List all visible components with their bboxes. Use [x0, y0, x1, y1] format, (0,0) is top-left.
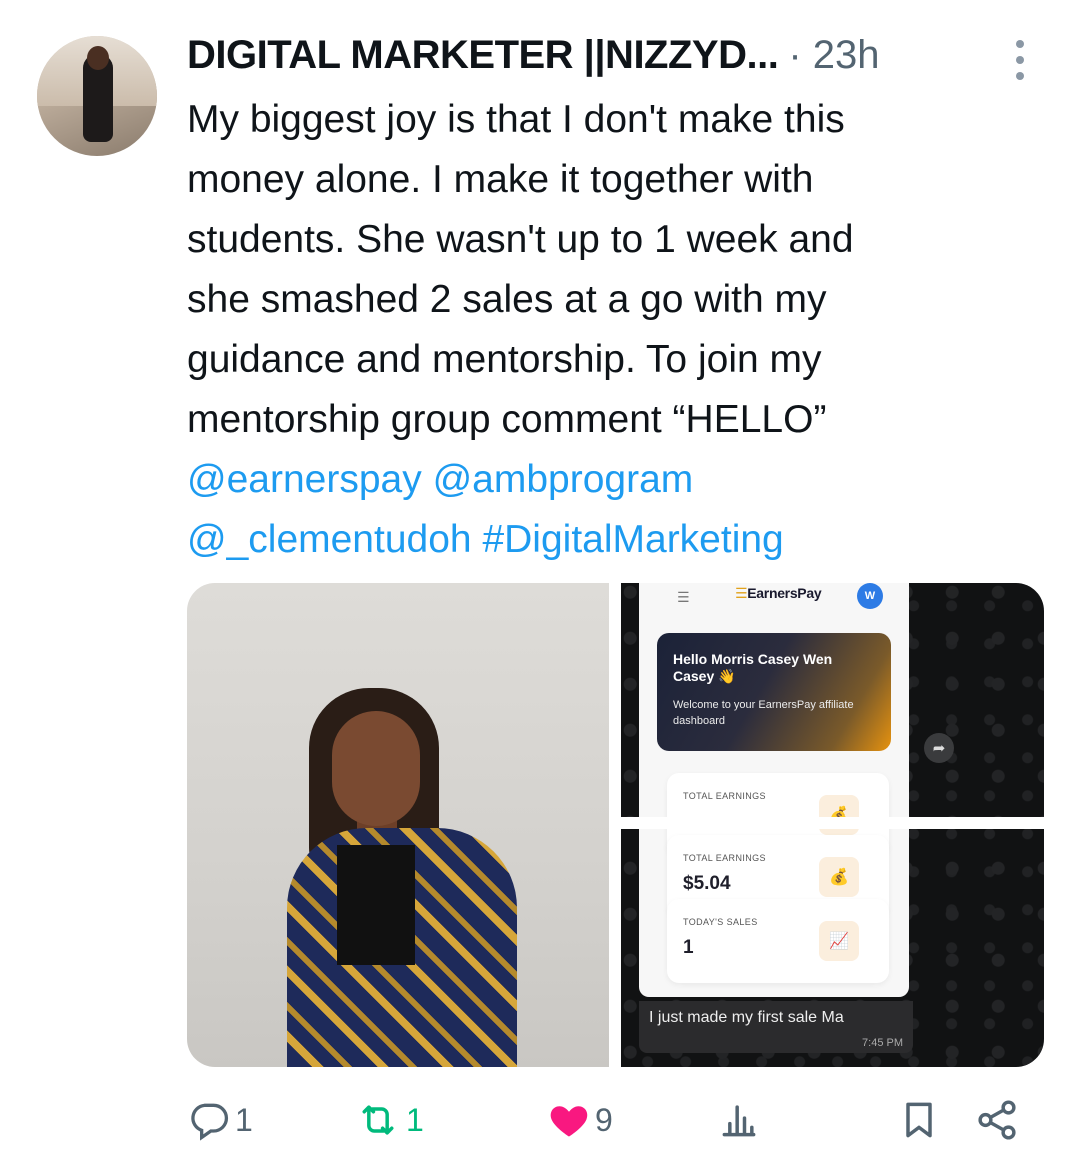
bookmark-icon: [906, 1102, 932, 1138]
chart-icon: 📈: [819, 921, 859, 961]
tweet-media: ☰ ☰EarnersPay W Hello Morris Casey Wen C…: [187, 583, 1044, 1067]
forward-icon: ➦: [924, 733, 954, 763]
chat-message-time: 7:45 PM: [862, 1037, 903, 1049]
author-avatar[interactable]: [37, 36, 157, 156]
tweet-line: My biggest joy is that I don't make this: [187, 98, 845, 141]
tweet-line: students. She wasn't up to 1 week and: [187, 218, 854, 261]
more-options-icon[interactable]: [1010, 40, 1030, 80]
brand-name: EarnersPay: [747, 585, 822, 601]
share-icon: [978, 1100, 1016, 1140]
retweet-icon: [362, 1105, 394, 1135]
tweet-header: DIGITAL MARKETER ||NIZZYD... · 23h: [187, 30, 987, 80]
money-bag-icon: 💰: [819, 795, 859, 835]
bookmark-button[interactable]: [897, 1096, 941, 1144]
retweet-count: 1: [406, 1101, 424, 1138]
more-dot: [1016, 56, 1024, 64]
retweet-button[interactable]: 1: [354, 1096, 424, 1144]
like-count: 9: [595, 1101, 613, 1138]
more-dot: [1016, 40, 1024, 48]
media-photo-dashboard[interactable]: ☰ ☰EarnersPay W Hello Morris Casey Wen C…: [621, 583, 1044, 1067]
money-bag-icon: 💰: [819, 857, 859, 897]
welcome-card: Hello Morris Casey Wen Casey 👋 Welcome t…: [657, 633, 891, 751]
mentions-line: @earnerspay @ambprogram: [187, 450, 1007, 510]
share-button[interactable]: [974, 1096, 1020, 1144]
mention-link[interactable]: @ambprogram: [433, 458, 694, 501]
tweet-line: she smashed 2 sales at a go with my: [187, 278, 827, 321]
chat-message-text: I just made my first sale Ma: [649, 1009, 844, 1026]
tweet-line: mentorship group comment “HELLO”: [187, 398, 827, 441]
sales-card: TODAY'S SALES 1 📈: [667, 899, 889, 983]
welcome-title: Hello Morris Casey Wen Casey 👋: [673, 651, 833, 684]
mention-link[interactable]: @earnerspay: [187, 458, 422, 501]
like-button[interactable]: 9: [547, 1096, 613, 1144]
welcome-subtitle: Welcome to your EarnersPay affiliate das…: [673, 699, 854, 727]
more-dot: [1016, 72, 1024, 80]
heart-icon: [550, 1106, 588, 1137]
tweet-body: My biggest joy is that I don't make this…: [187, 90, 1007, 570]
brand-logo: ☰EarnersPay: [735, 585, 822, 602]
tweet-line: guidance and mentorship. To join my: [187, 338, 822, 381]
image-splice-gap: [621, 817, 1044, 829]
tweet-actions: 1 1 9: [187, 1090, 1037, 1150]
views-icon: [722, 1105, 756, 1137]
tweet-timestamp[interactable]: · 23h: [788, 33, 879, 78]
reply-icon: [191, 1103, 229, 1141]
mention-link[interactable]: @_clementudoh: [187, 518, 472, 561]
views-button[interactable]: [717, 1096, 761, 1144]
chat-message: I just made my first sale Ma 7:45 PM: [639, 1001, 913, 1053]
user-badge: W: [857, 583, 883, 609]
reply-button[interactable]: 1: [187, 1096, 253, 1144]
avatar-head: [87, 46, 109, 70]
reply-count: 1: [235, 1101, 253, 1138]
photo-top: [337, 845, 415, 965]
menu-icon: ☰: [677, 589, 690, 605]
dashboard-screenshot: ☰ ☰EarnersPay W Hello Morris Casey Wen C…: [639, 583, 909, 997]
tweet-line: money alone. I make it together with: [187, 158, 814, 201]
mentions-line: @_clementudoh #DigitalMarketing: [187, 510, 1007, 570]
author-display-name[interactable]: DIGITAL MARKETER ||NIZZYD...: [187, 33, 779, 78]
brand-mark: ☰: [735, 585, 748, 601]
media-photo-woman[interactable]: [187, 583, 609, 1067]
photo-face: [332, 711, 420, 826]
dashboard-topbar: ☰ ☰EarnersPay W: [639, 583, 909, 615]
hashtag-link[interactable]: #DigitalMarketing: [482, 518, 783, 561]
